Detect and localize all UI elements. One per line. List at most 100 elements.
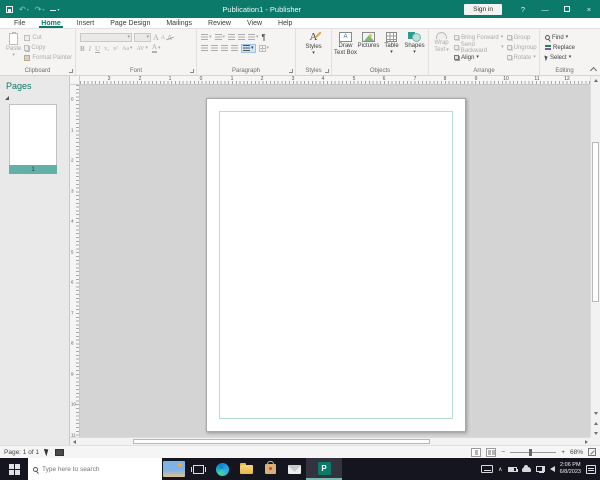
align-button[interactable]: Align ▾ — [454, 53, 504, 62]
action-center-icon[interactable] — [586, 464, 596, 474]
save-button[interactable] — [6, 5, 13, 13]
mail-button[interactable] — [282, 458, 306, 480]
edge-button[interactable] — [210, 458, 234, 480]
select-button[interactable]: Select ▾ — [544, 53, 589, 62]
minimize-button[interactable]: — — [534, 0, 556, 18]
align-left-button[interactable] — [201, 45, 208, 52]
maximize-button[interactable] — [556, 0, 578, 18]
group-button[interactable]: Group — [506, 33, 539, 42]
pages-collapse-icon[interactable] — [5, 96, 9, 100]
increase-indent-button[interactable] — [238, 34, 246, 41]
align-right-button[interactable] — [221, 45, 228, 52]
special-characters-button[interactable]: ¶ — [262, 33, 266, 42]
vertical-scrollbar-thumb[interactable] — [592, 142, 599, 302]
bullets-button[interactable]: ▾ — [201, 34, 212, 41]
shapes-button[interactable]: Shapes ▾ — [403, 32, 426, 56]
publication-page[interactable] — [206, 98, 466, 432]
horizontal-ruler[interactable]: 3 2 1 0 1 2 3 4 5 6 7 8 9 10 11 12 — [80, 76, 590, 85]
pictures-button[interactable]: Pictures — [357, 32, 380, 56]
tab-insert[interactable]: Insert — [69, 18, 103, 28]
scroll-down-button[interactable] — [592, 409, 600, 417]
page-indicator[interactable]: Page: 1 of 1 — [4, 449, 39, 456]
page-thumbnail[interactable]: 1 — [9, 104, 57, 174]
close-button[interactable]: × — [578, 0, 600, 18]
justify-button[interactable] — [231, 45, 238, 52]
onedrive-icon[interactable] — [521, 464, 531, 472]
send-backward-button[interactable]: Send Backward ▾ — [454, 42, 504, 54]
zoom-out-button[interactable]: − — [501, 449, 505, 456]
zoom-in-button[interactable]: + — [561, 449, 565, 456]
undo-button[interactable]: ↶ ▾ — [19, 5, 29, 14]
tab-file[interactable]: File — [6, 18, 33, 28]
start-button[interactable] — [0, 458, 28, 480]
rotate-button[interactable]: Rotate ▾ — [506, 53, 539, 62]
store-button[interactable] — [258, 458, 282, 480]
decrease-indent-button[interactable] — [228, 34, 236, 41]
font-dialog-launcher-icon[interactable] — [190, 69, 194, 73]
tab-page-design[interactable]: Page Design — [102, 18, 158, 28]
fit-page-button[interactable] — [588, 448, 596, 456]
font-name-select[interactable]: ▾ — [80, 33, 132, 42]
change-case-button[interactable]: Aa — [122, 46, 129, 52]
zoom-level[interactable]: 68% — [570, 449, 583, 456]
taskbar-search[interactable] — [28, 458, 162, 480]
cut-button[interactable]: Cut — [24, 33, 72, 42]
styles-button[interactable]: A Styles ▾ — [296, 29, 331, 56]
scroll-up-button[interactable] — [592, 76, 600, 84]
task-view-button[interactable] — [186, 458, 210, 480]
hidden-icons-chevron[interactable]: ∧ — [498, 466, 502, 473]
superscript-button[interactable]: x² — [113, 46, 118, 52]
columns-button[interactable]: ▾ — [248, 34, 259, 41]
search-input[interactable] — [42, 465, 152, 473]
previous-page-button[interactable] — [592, 419, 600, 427]
single-page-view-button[interactable] — [471, 447, 482, 457]
zoom-slider[interactable] — [510, 448, 557, 456]
wrap-text-button[interactable]: Wrap Text ▾ — [432, 32, 451, 62]
paragraph-dialog-launcher-icon[interactable] — [289, 69, 293, 73]
redo-button[interactable]: ↷ ▾ — [35, 5, 45, 14]
sign-in-button[interactable]: Sign in — [464, 3, 502, 15]
horizontal-scrollbar[interactable] — [70, 437, 590, 445]
copy-button[interactable]: Copy — [24, 43, 72, 52]
paste-button[interactable]: Paste ▾ — [3, 32, 24, 62]
find-button[interactable]: Find ▾ — [545, 33, 589, 42]
replace-button[interactable]: Replace — [545, 43, 589, 52]
italic-button[interactable]: I — [89, 45, 91, 53]
tab-mailings[interactable]: Mailings — [158, 18, 200, 28]
qat-customize-button[interactable]: ▾ — [50, 7, 59, 12]
vertical-ruler[interactable]: 0 1 2 3 4 5 6 7 8 9 10 11 — [70, 85, 80, 438]
subscript-button[interactable]: x₂ — [104, 46, 109, 52]
horizontal-scrollbar-thumb[interactable] — [133, 439, 430, 444]
workspace[interactable] — [80, 85, 590, 437]
ungroup-button[interactable]: Ungroup — [506, 43, 539, 52]
speaker-icon[interactable] — [541, 466, 555, 472]
tab-review[interactable]: Review — [200, 18, 239, 28]
clear-formatting-button[interactable]: A — [167, 34, 172, 42]
tab-help[interactable]: Help — [270, 18, 300, 28]
tab-view[interactable]: View — [239, 18, 270, 28]
borders-button[interactable]: ▾ — [258, 45, 269, 52]
table-button[interactable]: Table ▾ — [380, 32, 403, 56]
numbering-button[interactable]: ▾ — [214, 34, 225, 41]
bold-button[interactable]: B — [80, 45, 85, 53]
touch-keyboard-icon[interactable] — [481, 465, 494, 473]
news-weather-widget[interactable] — [162, 458, 186, 480]
font-color-button[interactable]: A — [151, 44, 157, 53]
styles-dialog-launcher-icon[interactable] — [325, 69, 329, 73]
battery-icon[interactable] — [507, 466, 518, 472]
tab-home[interactable]: Home — [33, 18, 68, 28]
next-page-button[interactable] — [592, 429, 600, 437]
taskbar-clock[interactable]: 2:06 PM 6/8/2023 — [560, 462, 581, 476]
file-explorer-button[interactable] — [234, 458, 258, 480]
publisher-taskbar-button[interactable]: P — [306, 458, 342, 480]
underline-button[interactable]: U — [95, 45, 100, 53]
align-center-button[interactable] — [211, 45, 218, 52]
collapse-ribbon-button[interactable] — [591, 66, 596, 71]
shrink-font-button[interactable]: A — [161, 35, 165, 41]
help-button[interactable]: ? — [512, 0, 534, 18]
draw-text-box-button[interactable]: A Draw Text Box — [334, 32, 357, 56]
line-spacing-button[interactable]: ▾ — [241, 44, 256, 53]
grow-font-button[interactable]: A — [153, 33, 159, 42]
vertical-scrollbar[interactable] — [590, 76, 600, 437]
zoom-slider-thumb[interactable] — [529, 448, 533, 456]
